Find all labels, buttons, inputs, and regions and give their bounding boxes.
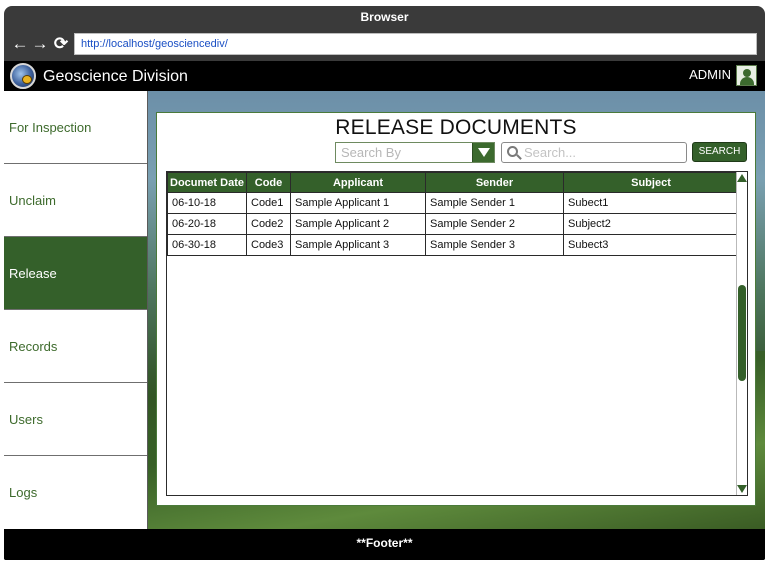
- documents-grid: Documet Date Code Applicant Sender Subje…: [167, 172, 739, 256]
- cell-code: Code1: [246, 192, 291, 214]
- search-placeholder: Search...: [524, 145, 577, 160]
- scroll-thumb[interactable]: [738, 285, 746, 381]
- dropdown-button[interactable]: [472, 143, 494, 162]
- cell-document-date: 06-20-18: [167, 213, 247, 235]
- address-bar[interactable]: http://localhost/geosciencediv/: [74, 33, 757, 55]
- app-title: Geoscience Division: [43, 68, 188, 85]
- cell-sender: Sample Sender 2: [425, 213, 564, 235]
- documents-table: Documet Date Code Applicant Sender Subje…: [166, 171, 748, 496]
- cell-subject: Subect1: [563, 192, 739, 214]
- sidebar: For Inspection Unclaim Release Records U…: [4, 91, 148, 529]
- table-row[interactable]: 06-30-18 Code3 Sample Applicant 3 Sample…: [167, 234, 739, 256]
- cell-applicant: Sample Applicant 1: [290, 192, 426, 214]
- column-header-applicant[interactable]: Applicant: [290, 172, 426, 193]
- cell-applicant: Sample Applicant 2: [290, 213, 426, 235]
- column-header-sender[interactable]: Sender: [425, 172, 564, 193]
- avatar-body: [740, 77, 754, 85]
- user-avatar-icon[interactable]: [736, 65, 757, 86]
- table-row[interactable]: 06-10-18 Code1 Sample Applicant 1 Sample…: [167, 192, 739, 214]
- sidebar-item-for-inspection[interactable]: For Inspection: [4, 91, 147, 164]
- avatar-head: [743, 69, 751, 77]
- sidebar-item-logs[interactable]: Logs: [4, 456, 147, 529]
- browser-title: Browser: [360, 10, 409, 24]
- logo-emblem: [22, 75, 32, 84]
- release-documents-panel: RELEASE DOCUMENTS Search By Search... SE…: [156, 112, 756, 506]
- sidebar-item-unclaim[interactable]: Unclaim: [4, 164, 147, 237]
- scroll-up-icon: [737, 174, 747, 182]
- column-header-document-date[interactable]: Documet Date: [167, 172, 247, 193]
- chevron-down-icon: [478, 148, 490, 157]
- division-logo-icon: [10, 63, 36, 89]
- back-arrow-icon[interactable]: ←: [11, 34, 29, 54]
- cell-document-date: 06-30-18: [167, 234, 247, 256]
- browser-window: Browser ← → ⟳ http://localhost/geoscienc…: [4, 6, 765, 560]
- cell-code: Code2: [246, 213, 291, 235]
- sidebar-item-users[interactable]: Users: [4, 383, 147, 456]
- scroll-up-button[interactable]: [737, 172, 747, 184]
- search-icon-handle: [516, 154, 522, 160]
- scroll-down-icon: [737, 485, 747, 493]
- search-input[interactable]: Search...: [501, 142, 687, 163]
- page-title: RELEASE DOCUMENTS: [335, 116, 577, 139]
- content-area: For Inspection Unclaim Release Records U…: [4, 91, 765, 529]
- search-button[interactable]: SEARCH: [692, 142, 747, 162]
- browser-nav-row: ← → ⟳ http://localhost/geosciencediv/: [4, 30, 765, 60]
- cell-applicant: Sample Applicant 3: [290, 234, 426, 256]
- cell-document-date: 06-10-18: [167, 192, 247, 214]
- search-by-placeholder: Search By: [341, 145, 401, 160]
- cell-sender: Sample Sender 1: [425, 192, 564, 214]
- sidebar-item-release[interactable]: Release: [4, 237, 147, 310]
- sidebar-item-records[interactable]: Records: [4, 310, 147, 383]
- cell-subject: Subect3: [563, 234, 739, 256]
- column-header-subject[interactable]: Subject: [563, 172, 739, 193]
- forward-arrow-icon[interactable]: →: [31, 34, 49, 54]
- app-header: Geoscience Division ADMIN: [4, 61, 765, 91]
- search-by-select[interactable]: Search By: [335, 142, 495, 163]
- refresh-icon[interactable]: ⟳: [52, 34, 70, 54]
- page-footer: **Footer**: [4, 529, 765, 560]
- cell-code: Code3: [246, 234, 291, 256]
- column-header-code[interactable]: Code: [246, 172, 291, 193]
- cell-subject: Subject2: [563, 213, 739, 235]
- user-name[interactable]: ADMIN: [689, 61, 731, 91]
- table-row[interactable]: 06-20-18 Code2 Sample Applicant 2 Sample…: [167, 213, 739, 235]
- table-header-row: Documet Date Code Applicant Sender Subje…: [167, 172, 739, 193]
- scroll-down-button[interactable]: [737, 483, 747, 495]
- table-scrollbar[interactable]: [736, 172, 747, 495]
- cell-sender: Sample Sender 3: [425, 234, 564, 256]
